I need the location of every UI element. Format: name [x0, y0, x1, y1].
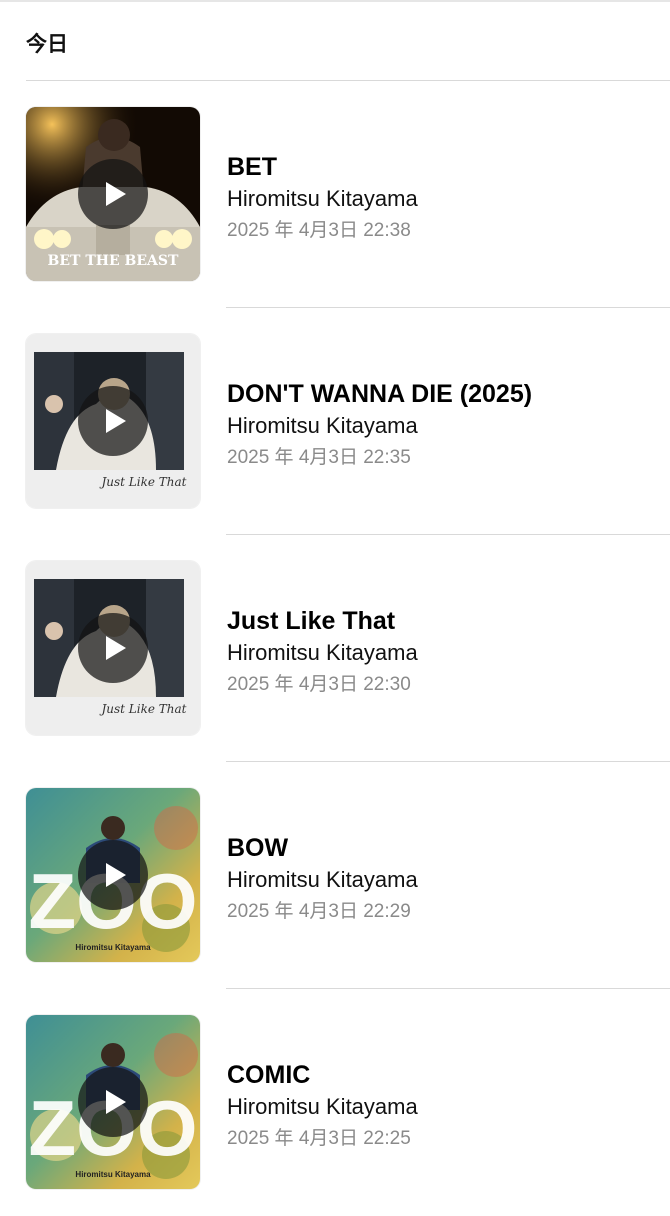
album-artwork[interactable]: BET THE BEAST	[26, 107, 200, 281]
play-icon	[105, 863, 126, 887]
play-button[interactable]	[78, 613, 148, 683]
artwork-text: Just Like That	[98, 475, 186, 489]
track-info: COMIC Hiromitsu Kitayama 2025 年 4月3日 22:…	[227, 1059, 418, 1155]
artwork-text: Just Like That	[98, 702, 186, 716]
track-title: Just Like That	[227, 607, 396, 635]
track-row[interactable]: ZOO Hiromitsu Kitayama COMIC Hiromitsu K…	[0, 989, 670, 1216]
play-button[interactable]	[78, 159, 148, 229]
track-title: BOW	[227, 834, 289, 862]
top-border	[0, 0, 670, 2]
track-title: COMIC	[227, 1061, 311, 1089]
track-timestamp: 2025 年 4月3日 22:25	[227, 1128, 411, 1149]
track-timestamp: 2025 年 4月3日 22:29	[227, 901, 411, 922]
play-icon	[105, 1090, 126, 1114]
recently-played-list: BET THE BEAST BET Hiromitsu Kitayama 202…	[0, 81, 670, 1216]
track-info: BET Hiromitsu Kitayama 2025 年 4月3日 22:38	[227, 151, 418, 247]
track-title: DON'T WANNA DIE (2025)	[227, 380, 533, 408]
track-artist: Hiromitsu Kitayama	[227, 413, 418, 438]
track-info: Just Like That Hiromitsu Kitayama 2025 年…	[227, 605, 418, 701]
track-timestamp: 2025 年 4月3日 22:35	[227, 447, 411, 468]
play-icon	[105, 182, 126, 206]
album-artwork[interactable]: ZOO Hiromitsu Kitayama	[26, 1015, 200, 1189]
track-info: BOW Hiromitsu Kitayama 2025 年 4月3日 22:29	[227, 832, 418, 928]
play-button[interactable]	[78, 840, 148, 910]
track-row[interactable]: BET THE BEAST BET Hiromitsu Kitayama 202…	[0, 81, 670, 308]
play-icon	[105, 636, 126, 660]
track-title: BET	[227, 153, 277, 181]
artwork-artist-text: Hiromitsu Kitayama	[75, 943, 151, 952]
track-row[interactable]: Just Like That DON'T WANNA DIE (2025) Hi…	[0, 308, 670, 535]
track-timestamp: 2025 年 4月3日 22:30	[227, 674, 411, 695]
track-timestamp: 2025 年 4月3日 22:38	[227, 220, 411, 241]
album-artwork[interactable]: ZOO Hiromitsu Kitayama	[26, 788, 200, 962]
track-artist: Hiromitsu Kitayama	[227, 1094, 418, 1119]
play-button[interactable]	[78, 386, 148, 456]
track-artist: Hiromitsu Kitayama	[227, 186, 418, 211]
section-header-today: 今日	[26, 32, 68, 56]
play-button[interactable]	[78, 1067, 148, 1137]
track-artist: Hiromitsu Kitayama	[227, 867, 418, 892]
track-row[interactable]: ZOO Hiromitsu Kitayama BOW Hiromitsu Kit…	[0, 762, 670, 989]
play-icon	[105, 409, 126, 433]
track-info: DON'T WANNA DIE (2025) Hiromitsu Kitayam…	[227, 378, 532, 474]
album-artwork[interactable]: Just Like That	[26, 334, 200, 508]
album-artwork[interactable]: Just Like That	[26, 561, 200, 735]
artwork-artist-text: Hiromitsu Kitayama	[75, 1170, 151, 1179]
track-row[interactable]: Just Like That Just Like That Hiromitsu …	[0, 535, 670, 762]
artwork-text: BET THE BEAST	[48, 253, 179, 269]
track-artist: Hiromitsu Kitayama	[227, 640, 418, 665]
